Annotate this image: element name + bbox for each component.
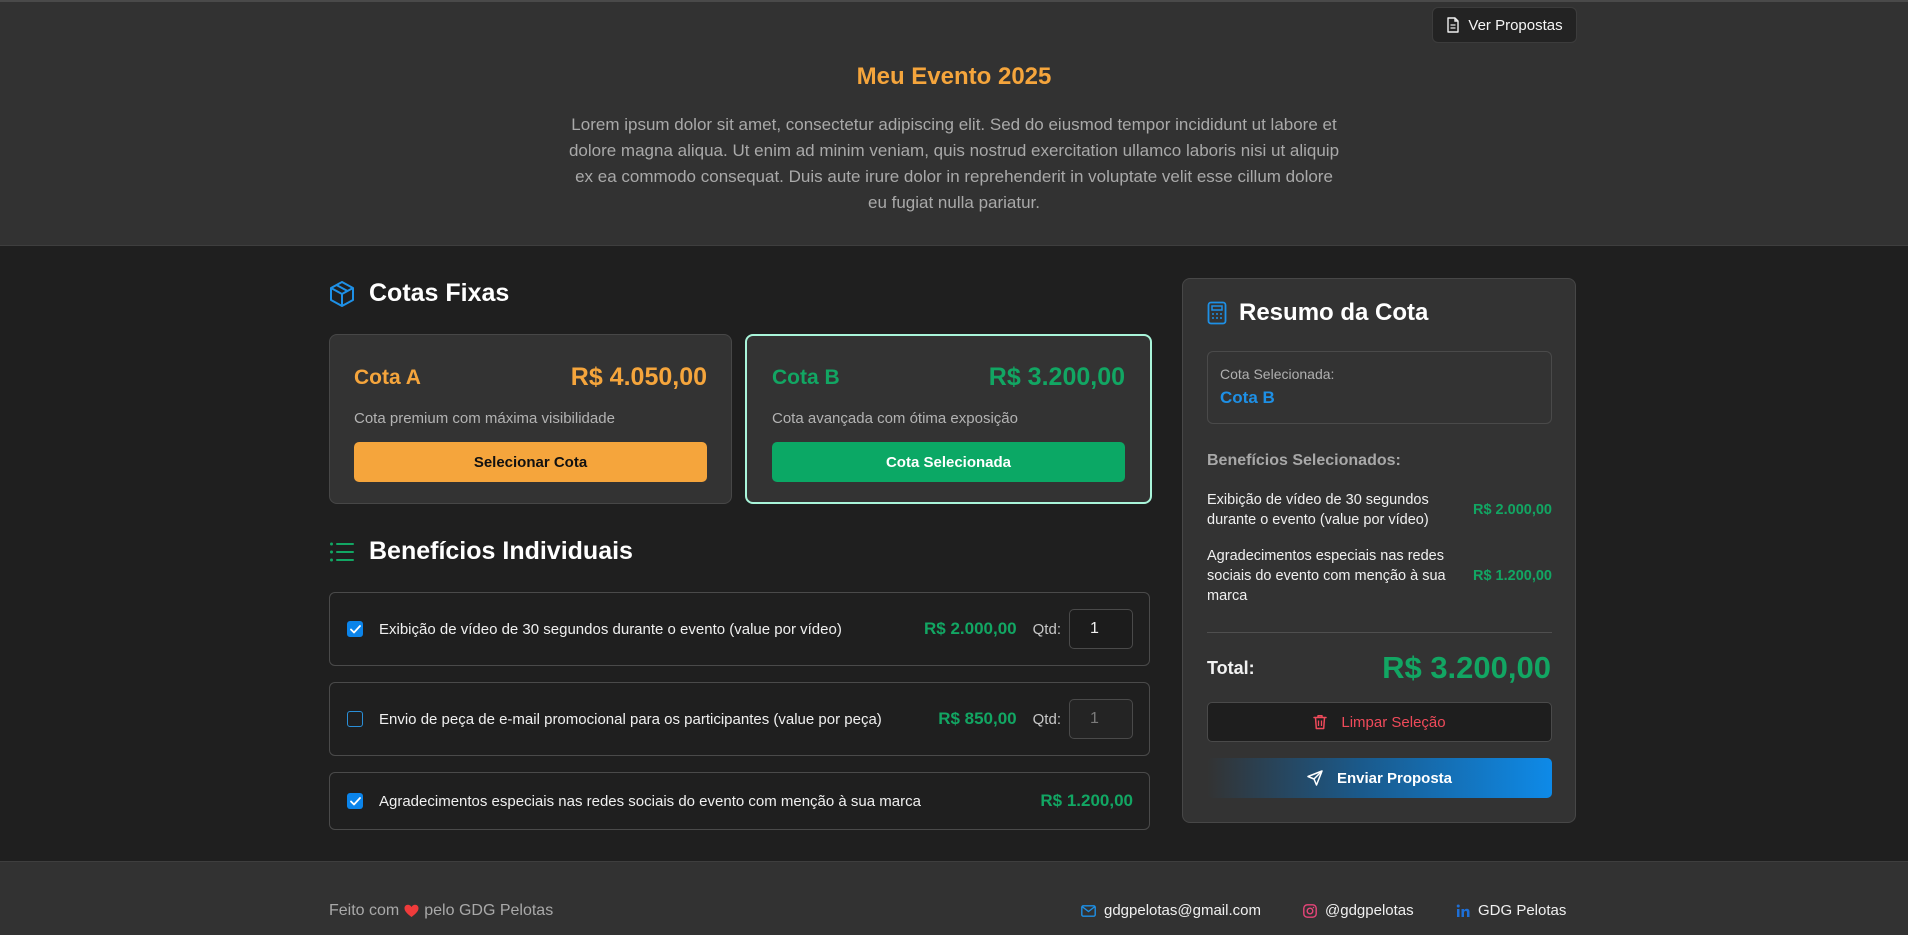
heart-icon — [404, 904, 419, 917]
quota-description: Cota premium com máxima visibilidade — [354, 410, 615, 427]
selected-quota-value: Cota B — [1220, 388, 1275, 407]
qty-input[interactable]: 1 — [1069, 699, 1133, 739]
qty-label: Qtd: — [1032, 710, 1061, 728]
footer-instagram: @gdgpelotas — [1325, 902, 1414, 919]
mail-icon — [1081, 904, 1096, 917]
benefit-checkbox[interactable] — [347, 711, 363, 727]
summary-benefit-item: Exibição de vídeo de 30 segundos durante… — [1207, 490, 1552, 530]
fixed-quotas-heading: Cotas Fixas — [329, 279, 509, 308]
send-icon — [1307, 770, 1323, 786]
send-proposal-button[interactable]: Enviar Proposta — [1207, 758, 1552, 798]
quota-card-a[interactable]: Cota A R$ 4.050,00 Cota premium com máxi… — [329, 334, 732, 504]
quota-description: Cota avançada com ótima exposição — [772, 410, 1018, 427]
footer-credits: Feito com pelo GDG Pelotas — [329, 902, 553, 920]
linkedin-icon — [1456, 904, 1470, 917]
clear-selection-label: Limpar Seleção — [1341, 713, 1446, 731]
benefit-label: Agradecimentos especiais nas redes socia… — [379, 792, 921, 810]
footer-email: gdgpelotas@gmail.com — [1104, 902, 1261, 919]
clear-selection-button[interactable]: Limpar Seleção — [1207, 702, 1552, 742]
individual-benefits-title: Benefícios Individuais — [369, 537, 633, 565]
quota-name: Cota B — [772, 365, 840, 389]
event-title: Meu Evento 2025 — [856, 63, 1052, 90]
summary-benefit-label: Agradecimentos especiais nas redes socia… — [1207, 548, 1446, 604]
view-proposals-button[interactable]: Ver Propostas — [1432, 7, 1577, 43]
quota-name: Cota A — [354, 365, 421, 389]
summary-divider — [1207, 632, 1552, 633]
individual-benefits-heading: Benefícios Individuais — [329, 537, 633, 566]
select-quota-button[interactable]: Selecionar Cota — [354, 442, 707, 482]
calculator-icon — [1207, 301, 1227, 325]
selected-quota-box: Cota Selecionada: Cota B — [1207, 351, 1552, 424]
instagram-icon — [1303, 903, 1317, 918]
selected-quota-label: Cota Selecionada: — [1220, 366, 1335, 382]
summary-title: Resumo da Cota — [1239, 299, 1429, 326]
package-icon — [330, 280, 354, 307]
benefit-row: Envio de peça de e-mail promocional para… — [329, 682, 1150, 756]
selected-quota-button[interactable]: Cota Selecionada — [772, 442, 1125, 482]
qty-label: Qtd: — [1032, 620, 1061, 638]
summary-benefit-item: Agradecimentos especiais nas redes socia… — [1207, 546, 1552, 606]
summary-benefit-price: R$ 2.000,00 — [1472, 502, 1552, 518]
benefit-label: Exibição de vídeo de 30 segundos durante… — [379, 620, 842, 638]
trash-icon — [1313, 715, 1328, 730]
selected-benefits-heading: Benefícios Selecionados: — [1207, 452, 1401, 469]
footer-linkedin-link[interactable]: GDG Pelotas — [1456, 902, 1566, 919]
benefit-row: Agradecimentos especiais nas redes socia… — [329, 772, 1150, 830]
quota-price: R$ 3.200,00 — [988, 363, 1125, 391]
summary-benefit-label: Exibição de vídeo de 30 segundos durante… — [1207, 492, 1429, 528]
total-label: Total: — [1207, 658, 1255, 678]
document-icon — [1447, 17, 1460, 33]
total-value: R$ 3.200,00 — [1382, 650, 1551, 685]
event-description: Lorem ipsum dolor sit amet, consectetur … — [568, 115, 1340, 212]
checkmark-icon — [349, 796, 361, 805]
footer-instagram-link[interactable]: @gdgpelotas — [1303, 902, 1414, 919]
fixed-quotas-title: Cotas Fixas — [369, 279, 510, 307]
benefit-price: R$ 2.000,00 — [924, 619, 1017, 638]
summary-heading: Resumo da Cota — [1207, 299, 1428, 327]
send-proposal-label: Enviar Proposta — [1336, 769, 1453, 787]
list-icon — [330, 542, 354, 561]
page-footer: Feito com pelo GDG Pelotas gdgpelotas@gm… — [0, 861, 1908, 935]
benefit-checkbox[interactable] — [347, 793, 363, 809]
qty-input[interactable]: 1 — [1069, 609, 1133, 649]
footer-email-link[interactable]: gdgpelotas@gmail.com — [1081, 902, 1261, 919]
event-header: Ver Propostas Meu Evento 2025 Lorem ipsu… — [0, 0, 1908, 246]
quota-price: R$ 4.050,00 — [570, 363, 707, 391]
footer-linkedin: GDG Pelotas — [1478, 902, 1567, 919]
benefit-label: Envio de peça de e-mail promocional para… — [379, 710, 882, 728]
benefit-checkbox[interactable] — [347, 621, 363, 637]
view-proposals-label: Ver Propostas — [1468, 16, 1563, 34]
footer-by: pelo GDG Pelotas — [424, 902, 554, 919]
quota-summary-panel: Resumo da Cota Cota Selecionada: Cota B … — [1182, 278, 1576, 823]
benefit-row: Exibição de vídeo de 30 segundos durante… — [329, 592, 1150, 666]
checkmark-icon — [349, 624, 361, 633]
benefit-price: R$ 850,00 — [938, 709, 1017, 728]
benefit-price: R$ 1.200,00 — [1040, 791, 1133, 810]
quota-card-b[interactable]: Cota B R$ 3.200,00 Cota avançada com óti… — [745, 334, 1152, 504]
footer-made-with: Feito com — [329, 902, 400, 919]
summary-benefit-price: R$ 1.200,00 — [1472, 568, 1552, 584]
